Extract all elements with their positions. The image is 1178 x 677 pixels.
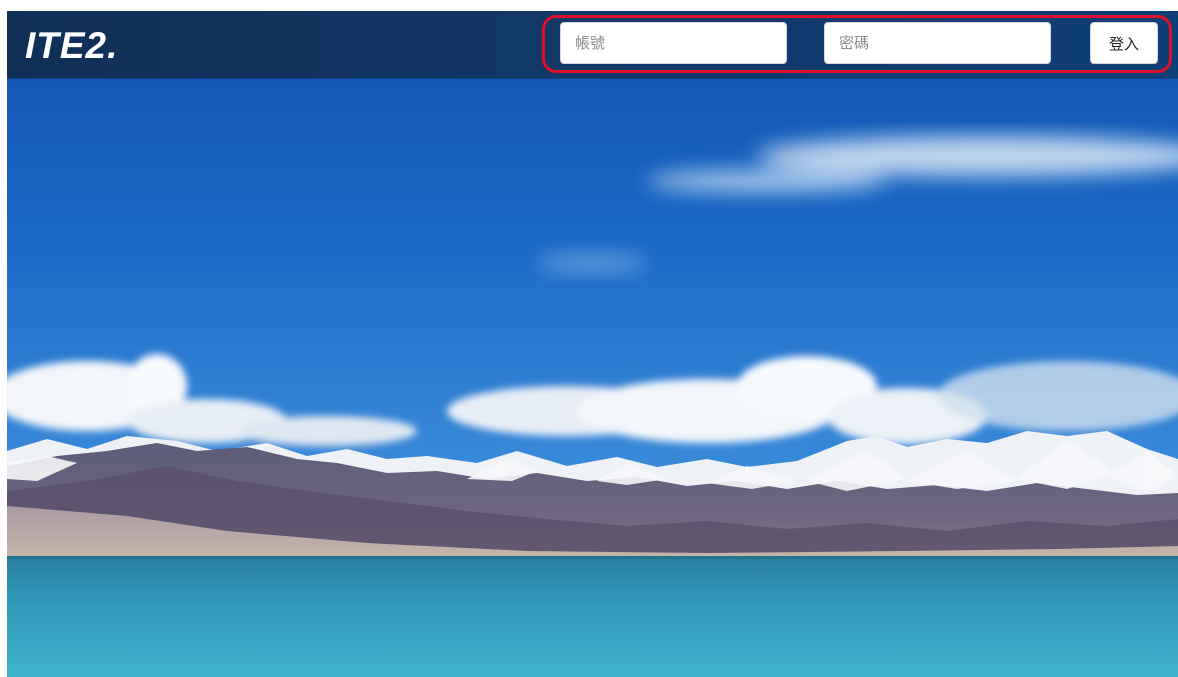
username-input[interactable]: [560, 22, 787, 64]
password-input[interactable]: [824, 22, 1051, 64]
login-button[interactable]: 登入: [1090, 22, 1158, 64]
ite2-logo: ITE2.: [25, 25, 118, 66]
svg-text:ITE2.: ITE2.: [25, 25, 118, 66]
background-landscape-image: [7, 11, 1178, 677]
page-frame: ITE2. 登入: [7, 11, 1178, 677]
